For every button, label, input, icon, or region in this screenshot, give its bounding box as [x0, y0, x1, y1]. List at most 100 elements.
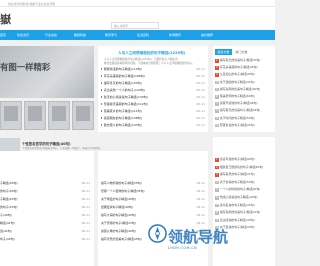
sidebar-item-label[interactable]: 感恩节感谢的句子(精选46句) [220, 101, 258, 105]
list-item-title[interactable]: 关于母爱的句子精选(40句) [101, 197, 136, 201]
thumbnail[interactable] [48, 101, 70, 130]
list-item[interactable]: 子精选(40句) 06-11 [0, 181, 94, 185]
list-item-title[interactable]: 描写冬天的句子精选(120句) [104, 81, 142, 85]
sidebar-item-label[interactable]: 适合写信的句子(精选40句) [220, 157, 255, 161]
sidebar-item-label[interactable]: 描写秋雨的优美句子(精选41句) [220, 210, 261, 214]
list-item-title[interactable]: 暖暖情话的句子精选(110句) [104, 67, 142, 71]
sidebar-item[interactable]: 7 感恩节感谢的句子(精选46句) [215, 101, 273, 106]
list-item-title[interactable]: 的句子(40句) [0, 189, 18, 193]
nav-item-life[interactable]: 生活百科 [137, 33, 149, 37]
sidebar-item-label[interactable]: 描写美景的句子(精选41句) [220, 172, 255, 176]
list-item-title[interactable]: 描写雪景的优美句子(精选45句) [101, 237, 142, 241]
sidebar-item[interactable]: 5 描写春雨的优美句子精选(40句) [215, 87, 273, 92]
sidebar-item[interactable]: 1 描写秋天的优美句子(精选70句) [215, 58, 273, 63]
list-item-title[interactable]: 秋天的心情说说句子精选(130句) [104, 95, 148, 99]
list-item-title[interactable]: 表达喜欢一个人的句子(143句) [104, 88, 145, 92]
list-item-title[interactable]: 子精选(40句) [0, 181, 18, 185]
tab-latest[interactable]: 最新文章 [215, 49, 232, 55]
list-item[interactable]: 感恩朋友的句子精选(138句) 06-11 [101, 116, 205, 120]
list-item[interactable]: 形容春天美丽的句子精选(112句) 06-11 [101, 102, 205, 106]
list-item-title[interactable]: 形容一个人很帅的句子(精选35句) [101, 189, 145, 193]
sidebar-item-label[interactable]: 写花朵美丽的句子(精选45句) [220, 65, 258, 69]
list-item[interactable]: 描写人物外貌的句子(精选35句) 06-11 [101, 181, 205, 185]
list-item[interactable]: 描写冬天的句子精选(120句) 06-11 [101, 81, 205, 85]
nav-item-education[interactable]: 教育学习 [105, 33, 117, 37]
sidebar-item-label[interactable]: 形容友谊的句子(精选42句) [220, 123, 255, 127]
tab-popular[interactable]: 热门文章 [233, 49, 250, 55]
list-item[interactable]: 句子(44句) 06-11 [0, 237, 94, 241]
list-item[interactable]: 励志奋斗的句子精选(143句) 06-11 [101, 123, 205, 127]
list-item-title[interactable]: 子精选(43句) [0, 197, 18, 201]
list-item[interactable]: 经典爱情句子精选(40句) 06-11 [101, 205, 205, 209]
site-logo[interactable]: 嶽 [0, 11, 11, 27]
thumbnail[interactable] [24, 101, 46, 130]
list-item-title[interactable]: 的句子(43句) [0, 205, 18, 209]
sidebar-item-label[interactable]: 关于友情的句子精选(50句) [220, 180, 255, 184]
sidebar-item-label[interactable]: 描写秋天的优美句子(精选70句) [220, 58, 261, 62]
sidebar-item[interactable]: 8 描写秋雨的优美句子(精选41句) [215, 210, 273, 215]
sidebar-item[interactable]: 3 父爱如山的句子(精选40句) [215, 72, 273, 77]
list-item-title[interactable]: 句子(44句) [0, 237, 15, 241]
list-item[interactable]: 写花朵美丽的句子精选(186句) 06-11 [101, 74, 205, 78]
list-item[interactable]: 秋天的心情说说句子精选(130句) 06-11 [101, 95, 205, 99]
list-item[interactable]: 形容一个人很帅的句子(精选35句) 06-11 [101, 189, 205, 193]
list-item-title[interactable]: 经典爱情句子精选(40句) [101, 205, 133, 209]
list-item[interactable]: 关于母爱的句子精选(40句) 06-11 [101, 197, 205, 201]
nav-item-news[interactable]: 综合资讯 [17, 33, 29, 37]
sidebar-item[interactable]: 4 关于鼓励的句子精选(44句) [215, 80, 273, 85]
sidebar-item-label[interactable]: 关于鼓励的句子精选(44句) [220, 80, 255, 84]
sidebar-item-label[interactable]: 读书名言的句子精选(42句) [220, 203, 255, 207]
list-item-title[interactable]: 感恩朋友的句子精选(138句) [104, 116, 142, 120]
list-item[interactable]: 赞美家乡的句子精选(111句) 06-11 [101, 109, 205, 113]
sidebar-item[interactable]: 2 写花朵美丽的句子(精选45句) [215, 65, 273, 70]
headline-title[interactable]: 人与人之间很难相处的句子精选(1229句) [118, 51, 185, 56]
list-item[interactable]: 的句子(43句) 06-11 [0, 205, 94, 209]
nav-item-industry[interactable]: 行业动态 [45, 33, 57, 37]
sidebar-item[interactable]: 2 相信自己能成功的句子(精选45句) [215, 165, 273, 170]
list-item-title[interactable]: 精选(41句) [0, 221, 15, 225]
nav-item-tech[interactable]: 数码科技 [74, 33, 86, 37]
list-item-title[interactable]: 赞美家乡的句子精选(111句) [104, 109, 142, 113]
list-item-title[interactable]: 励志奋斗的句子精选(143句) [104, 123, 142, 127]
sidebar-item-label[interactable]: 赞美老师的句子精选(60句) [220, 94, 255, 98]
nav-item-home[interactable]: 首页 [0, 33, 6, 37]
list-item[interactable]: 描写大海的句子精选(42句) 06-11 [101, 213, 205, 217]
list-item[interactable]: 子(40句) 06-11 [0, 213, 94, 217]
sidebar-item-label[interactable]: 描写春雨的优美句子精选(40句) [220, 87, 261, 91]
sidebar-item-label[interactable]: 相信自己能成功的句子(精选45句) [220, 165, 264, 169]
search-input[interactable]: 输入关键字 [111, 22, 159, 29]
list-item[interactable]: 的句子(40句) 06-11 [0, 189, 94, 193]
sidebar-item[interactable]: 6 赞美老师的句子精选(60句) [215, 94, 273, 99]
sidebar-item[interactable]: 4 关于友情的句子精选(50句) [215, 180, 273, 185]
thumbnail[interactable] [0, 101, 22, 130]
sidebar-item-label[interactable]: 父爱如山的句子(精选40句) [220, 72, 255, 76]
list-item-title[interactable]: 选(42句) [0, 229, 12, 233]
sidebar-item-label[interactable]: 一个人的时候的句子(精选40句) [220, 187, 261, 191]
thumbnail[interactable] [72, 101, 94, 130]
list-item[interactable]: 子精选(43句) 06-11 [0, 197, 94, 201]
sidebar-item-label[interactable]: 表达感谢的句子精选(40句) [220, 218, 255, 222]
sidebar-item[interactable]: 3 描写美景的句子(精选41句) [215, 172, 273, 177]
sidebar-item-label[interactable]: 关于时间的句子精选(50句) [220, 116, 255, 120]
sidebar-item[interactable]: 1 适合写信的句子(精选40句) [215, 157, 273, 162]
sidebar-item[interactable]: 9 关于时间的句子精选(50句) [215, 116, 273, 121]
list-item-title[interactable]: 感恩父母的句子精选(40句) [101, 229, 136, 233]
sidebar-item[interactable]: 6 伤感心情说说句子精选(40句) [215, 195, 273, 200]
list-item[interactable]: 精选(41句) 06-11 [0, 221, 94, 225]
banner-image[interactable]: 有图一样精彩 [0, 46, 94, 98]
list-item[interactable]: 暖暖情话的句子精选(110句) 06-11 [101, 67, 205, 71]
sidebar-item-label[interactable]: 伤感心情说说句子精选(40句) [220, 195, 258, 199]
list-item[interactable]: 表达喜欢一个人的句子(143句) 06-11 [101, 88, 205, 92]
list-item-title[interactable]: 描写人物外貌的句子(精选35句) [101, 181, 142, 185]
list-item-title[interactable]: 关于坚持的句子(精选43句) [101, 221, 136, 225]
sidebar-item[interactable]: 8 描写夏天的优美句子(精选44句) [215, 108, 273, 113]
sidebar-item[interactable]: 7 读书名言的句子精选(42句) [215, 203, 273, 208]
list-item[interactable]: 选(42句) 06-11 [0, 229, 94, 233]
nav-item-entertainment[interactable]: 休闲娱乐 [169, 33, 181, 37]
list-item-title[interactable]: 形容春天美丽的句子精选(112句) [104, 102, 148, 106]
sidebar-item-label[interactable]: 描写夏天的优美句子(精选44句) [220, 108, 261, 112]
sidebar-item[interactable]: 9 表达感谢的句子精选(40句) [215, 218, 273, 223]
list-item-title[interactable]: 写花朵美丽的句子精选(186句) [104, 74, 145, 78]
sidebar-item[interactable]: 10形容友谊的句子(精选42句) [215, 123, 273, 128]
list-item-title[interactable]: 描写大海的句子精选(42句) [101, 213, 136, 217]
